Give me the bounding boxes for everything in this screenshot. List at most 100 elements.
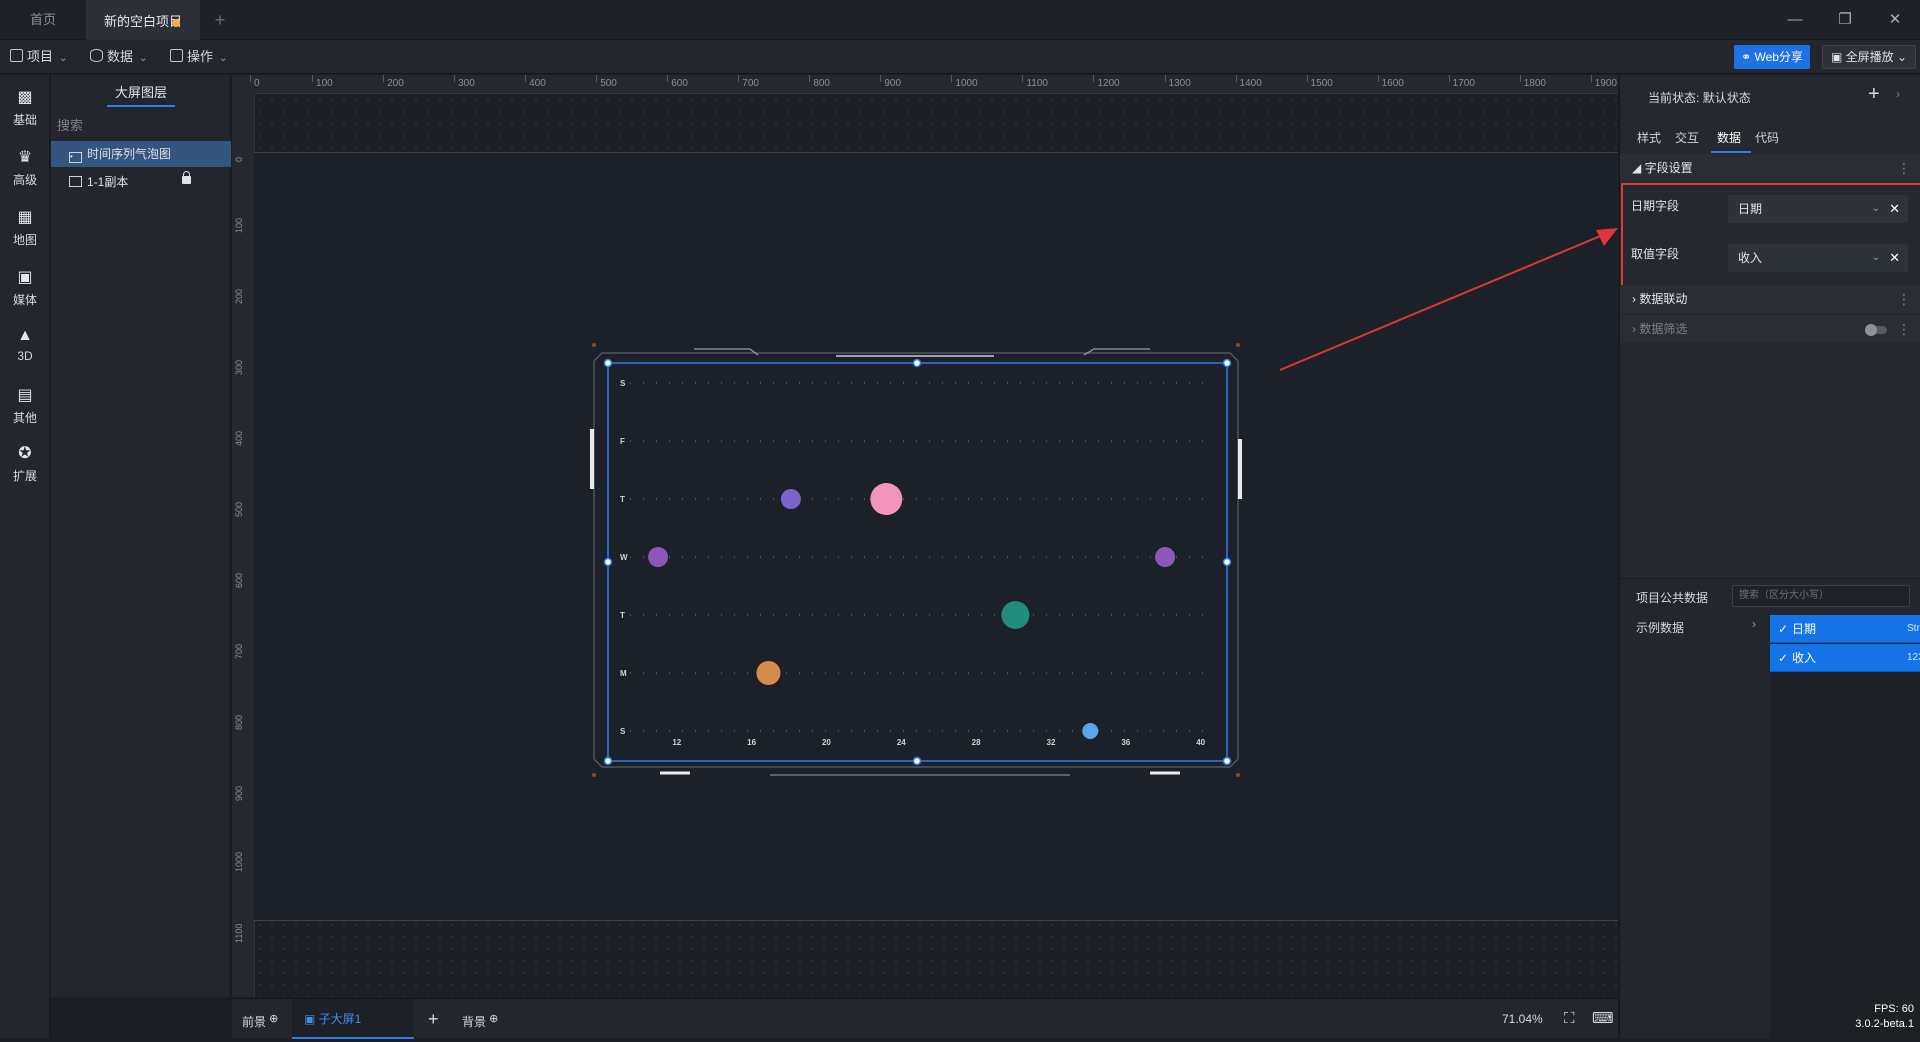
value-field-select[interactable]: 收入 ⌄ ✕	[1728, 244, 1908, 272]
category-advanced[interactable]: ♛ 高级	[0, 139, 50, 195]
layer-search-input[interactable]: 搜索	[57, 115, 225, 137]
bubble-point	[870, 483, 903, 515]
more-icon[interactable]: ⋮	[1897, 315, 1911, 343]
layer-item-copy[interactable]: 1-1副本	[51, 169, 231, 195]
cube-icon: ▲	[17, 327, 33, 344]
tab-home[interactable]: 首页	[0, 0, 86, 40]
resize-handle[interactable]	[1222, 756, 1232, 766]
clear-icon[interactable]: ✕	[1889, 195, 1900, 223]
data-filter-toggle[interactable]	[1865, 324, 1887, 336]
fullscreen-icon: ▣	[1830, 50, 1846, 64]
selection-box[interactable]	[607, 362, 1228, 762]
ruler-left-tick: 200	[234, 289, 244, 305]
check-icon: ✓	[1778, 622, 1789, 636]
ruler-top-tick: 1900	[1590, 75, 1617, 89]
fit-screen-icon[interactable]: ⛶	[1564, 999, 1575, 1039]
background-layer-button[interactable]: 背景 ⊕	[462, 999, 498, 1039]
category-media[interactable]: ▣ 媒体	[0, 259, 50, 315]
date-field-select[interactable]: 日期 ⌄ ✕	[1728, 195, 1908, 223]
minimize-icon[interactable]: —	[1770, 0, 1820, 40]
chart-x-axis: 12 16 20 24 28 32 36 40	[672, 738, 1205, 747]
ruler-top-tick: 700	[738, 75, 759, 89]
menu-data[interactable]: 数据 ⌄	[90, 40, 147, 74]
date-field-value: 日期	[1738, 202, 1763, 216]
close-icon[interactable]: ✕	[1870, 0, 1920, 40]
add-circle-icon: ⊕	[486, 1013, 499, 1025]
data-linkage-section[interactable]: › 数据联动 ⋮	[1620, 285, 1920, 313]
bubble-chart-widget[interactable]: S F T W T M S 12 16 20 24 28 32 36 40	[590, 339, 1250, 779]
layer-panel-title-label: 大屏图层	[114, 85, 167, 100]
camera-icon: ▣	[17, 269, 33, 286]
category-other[interactable]: ▤ 其他	[0, 377, 50, 433]
common-data-search-input[interactable]: 搜索（区分大小写）	[1732, 585, 1910, 607]
database-icon	[90, 49, 103, 62]
resize-handle[interactable]	[603, 557, 613, 567]
ruler-top-tick: 1300	[1164, 75, 1191, 89]
category-map[interactable]: ▦ 地图	[0, 199, 50, 255]
keyboard-icon[interactable]: ⌨	[1592, 999, 1614, 1039]
title-bar: 首页 新的空白项目 + — ❐ ✕	[0, 0, 1920, 42]
clear-icon[interactable]: ✕	[1889, 244, 1900, 272]
ruler-top: 0 100 200 300 400 500 600 700 800 900 1000 1100 1200…	[232, 75, 1618, 94]
ruler-left-tick: 800	[234, 715, 244, 731]
sub-screen-label: 子大屏1	[318, 1012, 362, 1026]
add-tab-icon[interactable]: +	[205, 0, 235, 40]
add-state-icon[interactable]: +	[1868, 83, 1880, 106]
menu-operate[interactable]: 操作 ⌄	[170, 40, 227, 74]
y-tick-label: F	[620, 437, 625, 446]
web-share-button[interactable]: ⚭ Web分享	[1734, 45, 1810, 69]
layer-panel-title[interactable]: 大屏图层	[51, 75, 231, 111]
resize-handle[interactable]	[912, 756, 922, 766]
resize-handle[interactable]	[912, 358, 922, 368]
current-state-value: 默认状态	[1702, 91, 1751, 105]
column-item-income[interactable]: ✓ 收入 123	[1770, 644, 1920, 672]
category-3d[interactable]: ▲ 3D	[0, 317, 50, 373]
zoom-level[interactable]: 71.04%	[1502, 999, 1543, 1039]
sub-screen-tab[interactable]: ▣ 子大屏1	[292, 999, 414, 1039]
ruler-left-tick: 700	[234, 644, 244, 660]
tab-data[interactable]: 数据	[1717, 125, 1741, 151]
foreground-layer-button[interactable]: 前景 ⊕	[242, 999, 278, 1039]
more-icon[interactable]: ⋮	[1897, 154, 1911, 182]
x-tick-label: 20	[822, 738, 831, 747]
lock-icon[interactable]	[182, 171, 191, 184]
ruler-top-tick: 1700	[1448, 75, 1475, 89]
ruler-left-tick: 1100	[234, 924, 244, 944]
category-extend[interactable]: ✪ 扩展	[0, 435, 50, 491]
add-sub-screen-icon[interactable]: +	[428, 999, 439, 1039]
data-filter-section[interactable]: › 数据筛选 ⋮	[1620, 315, 1920, 343]
resize-handle[interactable]	[1222, 557, 1232, 567]
chevron-down-icon: ⌄	[1871, 252, 1880, 263]
tab-style[interactable]: 样式	[1637, 125, 1661, 151]
resize-handle[interactable]	[603, 756, 613, 766]
example-data-item[interactable]: 示例数据	[1636, 619, 1684, 636]
layer-item-bubble-chart[interactable]: • 时间序列气泡图	[51, 141, 231, 167]
chart-y-axis: S F T W T M S	[620, 379, 628, 736]
bubble-point	[1155, 547, 1176, 567]
tab-code[interactable]: 代码	[1755, 125, 1779, 151]
corner-markers	[592, 343, 1240, 777]
tab-interaction[interactable]: 交互	[1675, 125, 1699, 151]
more-icon[interactable]: ⋮	[1897, 285, 1911, 313]
field-settings-section[interactable]: ◢ 字段设置 ⋮	[1620, 154, 1920, 182]
fps-counter: FPS: 60	[1874, 1003, 1914, 1015]
resize-handles[interactable]	[603, 358, 1232, 766]
x-tick-label: 12	[672, 738, 681, 747]
ruler-top-tick: 1200	[1093, 75, 1120, 89]
category-basic[interactable]: ▩ 基础	[0, 79, 50, 135]
resize-handle[interactable]	[1222, 358, 1232, 368]
field-settings-label: 字段设置	[1644, 161, 1693, 175]
restore-icon[interactable]: ❐	[1820, 0, 1870, 40]
ruler-top-tick: 300	[454, 75, 475, 89]
editor-canvas[interactable]: 0 100 200 300 400 500 600 700 800 900 1000 1100 1200…	[232, 75, 1618, 997]
tab-project[interactable]: 新的空白项目	[86, 0, 200, 42]
category-advanced-label: 高级	[12, 173, 37, 187]
menu-project[interactable]: 项目 ⌄	[10, 40, 67, 74]
resize-handle[interactable]	[603, 358, 613, 368]
category-3d-label: 3D	[17, 349, 33, 363]
chevron-right-icon[interactable]: ›	[1752, 617, 1756, 631]
chevron-right-icon[interactable]: ›	[1896, 87, 1900, 101]
fullscreen-button[interactable]: ▣ 全屏播放 ⌄	[1822, 45, 1916, 69]
column-name: 日期	[1792, 622, 1817, 636]
column-item-date[interactable]: ✓ 日期 Str	[1770, 615, 1920, 643]
